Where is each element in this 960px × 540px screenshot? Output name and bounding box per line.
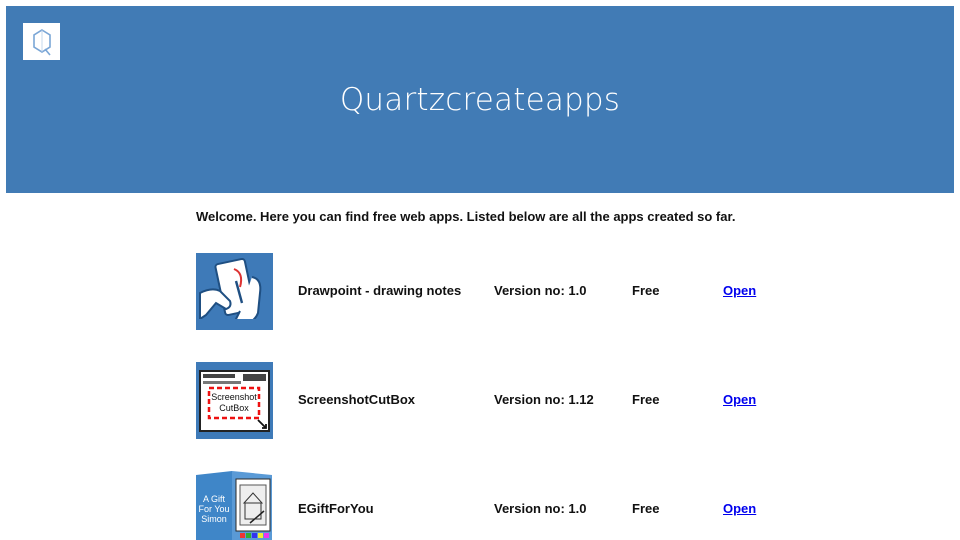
gift-icon-line2: For You (198, 504, 229, 514)
screenshot-box-icon[interactable]: Screenshot CutBox (196, 362, 273, 439)
open-link[interactable]: Open (723, 501, 756, 516)
app-version: Version no: 1.0 (494, 283, 587, 298)
gift-icon-line3: Simon (201, 514, 227, 524)
app-row-drawpoint: Drawpoint - drawing notes Version no: 1.… (196, 253, 796, 331)
welcome-text: Welcome. Here you can find free web apps… (196, 209, 736, 224)
quartz-logo-icon[interactable] (23, 23, 60, 60)
app-price: Free (632, 283, 660, 298)
drawing-hand-icon[interactable] (196, 253, 273, 330)
open-link[interactable]: Open (723, 283, 756, 298)
site-title: Quartzcreateapps (339, 82, 621, 118)
screenshot-icon-line1: Screenshot (211, 392, 257, 402)
app-version: Version no: 1.12 (494, 392, 594, 407)
gift-icon-line1: A Gift (203, 494, 226, 504)
screenshot-icon-line2: CutBox (219, 403, 249, 413)
app-row-egiftforyou: A Gift For You Simon EGiftForYou Version… (196, 471, 796, 540)
app-version: Version no: 1.0 (494, 501, 587, 516)
site-header: Quartzcreateapps (6, 6, 954, 193)
app-price: Free (632, 501, 660, 516)
page: Quartzcreateapps Welcome. Here you can f… (0, 0, 960, 540)
gift-card-icon[interactable]: A Gift For You Simon (196, 471, 273, 540)
open-link[interactable]: Open (723, 392, 756, 407)
app-name: Drawpoint - drawing notes (298, 283, 462, 298)
app-row-screenshotcutbox: Screenshot CutBox ScreenshotCutBox Versi… (196, 362, 796, 440)
app-name: ScreenshotCutBox (298, 392, 416, 407)
app-price: Free (632, 392, 660, 407)
app-name: EGiftForYou (298, 501, 374, 516)
